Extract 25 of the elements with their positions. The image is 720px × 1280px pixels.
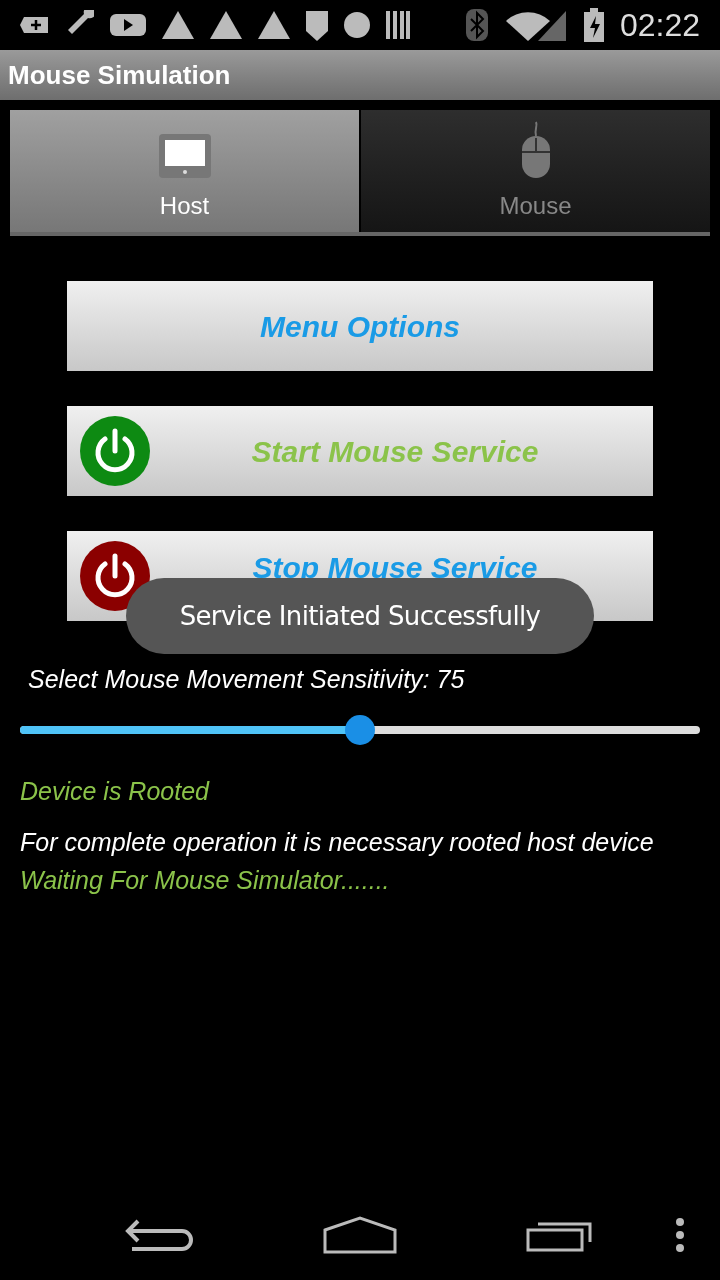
overflow-menu-icon[interactable] <box>675 1217 685 1253</box>
slider-thumb[interactable] <box>345 714 375 745</box>
add-icon <box>20 15 50 35</box>
status-message: For complete operation it is necessary rooted host device <box>20 827 655 858</box>
home-icon[interactable] <box>323 1216 397 1254</box>
action-button[interactable]: Menu Options <box>67 281 653 371</box>
barcode-icon <box>386 11 410 39</box>
app-title: Mouse Simulation <box>8 58 231 92</box>
battery-icon <box>583 8 604 42</box>
clock: 02:22 <box>619 6 700 45</box>
triangle-icon <box>162 11 194 39</box>
monitor-icon <box>156 132 213 180</box>
play-icon <box>110 13 146 37</box>
sensitivity-label: Select Mouse Movement Sensitivity: 75 <box>28 664 466 695</box>
status-message: Waiting For Mouse Simulator....... <box>20 864 391 896</box>
status-message: Device is Rooted <box>20 775 211 807</box>
tab[interactable]: Mouse <box>359 110 710 232</box>
slider[interactable] <box>20 714 700 745</box>
back-icon[interactable] <box>124 1217 195 1253</box>
action-button[interactable]: Start Mouse Service <box>67 406 653 496</box>
triangle-icon <box>210 11 242 39</box>
tab[interactable]: Host <box>10 110 359 232</box>
bluetooth-icon <box>465 9 488 41</box>
triangle-icon <box>258 11 290 39</box>
power-icon <box>79 415 151 487</box>
